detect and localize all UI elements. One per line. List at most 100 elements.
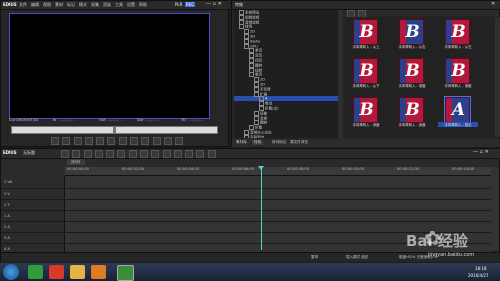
transition-tile[interactable]: B 手风琴转入 - 深度 xyxy=(440,58,474,93)
timeline-track[interactable]: 1 VA xyxy=(1,176,491,189)
menu-item[interactable]: 素材 xyxy=(55,1,63,8)
cut-icon[interactable] xyxy=(117,150,126,158)
ripple-icon[interactable] xyxy=(173,150,182,158)
next-frame-icon[interactable] xyxy=(129,137,138,145)
timeline-track[interactable]: 1 V xyxy=(1,189,491,200)
play-icon[interactable] xyxy=(107,137,116,145)
taskbar-app-ie[interactable] xyxy=(49,265,64,279)
timeline-ruler[interactable]: 00:00:00;00 00:00:02;00 00:00:04;00 00:00:0… xyxy=(65,167,491,176)
effects-tab[interactable]: 序列标记 xyxy=(270,140,288,145)
paste-icon[interactable] xyxy=(139,150,148,158)
track-header[interactable]: 1 A xyxy=(1,211,65,221)
transition-tile[interactable]: B 手风琴转入 - 深度 xyxy=(348,97,382,132)
timeline-track[interactable]: 1 T xyxy=(1,200,491,211)
new-sequence-icon[interactable] xyxy=(61,150,69,158)
scrubber-handle[interactable] xyxy=(113,126,116,134)
transition-thumbnail: B xyxy=(399,19,424,45)
split-icon[interactable] xyxy=(162,150,171,158)
taskbar-app-firefox[interactable] xyxy=(91,265,106,279)
menu-item[interactable]: 采集 xyxy=(91,1,99,8)
project-name: 无标题 xyxy=(23,150,35,155)
thumbnail-letter: B xyxy=(451,61,466,81)
taskbar-app-edius[interactable] xyxy=(117,265,134,281)
rec-mode-button[interactable]: REC xyxy=(185,2,196,7)
transition-tile[interactable]: B 手风琴转入 - 从左 xyxy=(440,19,474,54)
ruler-timecode: 00:00:00;00 xyxy=(67,167,89,171)
undo-icon[interactable] xyxy=(94,150,103,158)
menu-item[interactable]: 标记 xyxy=(67,1,75,8)
effects-tab[interactable]: 素材库 xyxy=(234,140,249,145)
track-header[interactable]: 1 T xyxy=(1,200,65,210)
track-header[interactable]: 1 V xyxy=(1,189,65,199)
tree-item-label: 字幕混合 xyxy=(250,135,265,138)
transition-tile[interactable]: B 手风琴转入 - 深度 xyxy=(394,97,428,132)
ruler-timecode: 00:00:08;00 xyxy=(287,167,309,171)
window-controls[interactable]: — ▫ ✕ xyxy=(473,149,489,155)
thumbnail-letter: B xyxy=(359,100,374,120)
open-icon[interactable] xyxy=(72,150,81,158)
save-icon[interactable] xyxy=(83,150,92,158)
transition-tile[interactable]: A 手风琴转入 - 扭出 xyxy=(438,96,478,132)
redo-icon[interactable] xyxy=(106,150,115,158)
transition-tile[interactable]: B 手风琴转入 - 从上 xyxy=(348,19,382,54)
transition-thumbnail: B xyxy=(445,58,470,84)
copy-icon[interactable] xyxy=(128,150,137,158)
tree-item-label: 3D xyxy=(250,34,256,39)
effects-tab[interactable]: 源文件浏览 xyxy=(288,140,310,145)
taskbar-app-explorer[interactable] xyxy=(70,265,85,279)
overwrite-icon[interactable] xyxy=(163,137,172,145)
plr-mode-button[interactable]: PLR xyxy=(175,2,182,7)
set-in-icon[interactable] xyxy=(51,137,59,145)
window-controls[interactable]: — ▫ ✕ xyxy=(206,1,222,7)
track-header[interactable]: 3 A xyxy=(1,233,65,243)
tile-caption: 手风琴转入 - 扭出 xyxy=(438,122,478,127)
set-out-icon[interactable] xyxy=(62,137,71,145)
tree-item-label: 视频滤镜 xyxy=(245,15,260,20)
ruler-timecode: 00:00:10;00 xyxy=(342,167,364,171)
effects-grid-scrollbar[interactable] xyxy=(495,17,500,137)
thumbnail-letter: B xyxy=(451,22,466,42)
player-scrubber[interactable] xyxy=(11,126,218,134)
loop-icon[interactable] xyxy=(141,137,150,145)
sequence-tab[interactable]: 序列1 xyxy=(67,159,85,165)
rewind-icon[interactable] xyxy=(84,137,93,145)
playhead-handle[interactable] xyxy=(258,166,264,170)
start-button[interactable] xyxy=(3,264,19,280)
fast-forward-icon[interactable] xyxy=(118,137,127,145)
render-icon[interactable] xyxy=(207,150,216,158)
menu-item[interactable]: 编辑 xyxy=(31,1,39,8)
transition-tile[interactable]: B 手风琴转入 - 深度 xyxy=(394,58,428,93)
track-header[interactable]: 2 A xyxy=(1,222,65,232)
settings-icon[interactable] xyxy=(175,137,184,145)
timeline-track[interactable]: 1 A xyxy=(1,211,491,222)
ruler-timecode: 00:00:06;00 xyxy=(232,167,254,171)
delete-icon[interactable] xyxy=(151,150,160,158)
playhead[interactable] xyxy=(261,167,262,250)
effects-title: 特效 xyxy=(235,2,243,7)
tile-caption: 手风琴转入 - 从下 xyxy=(352,84,380,88)
effects-tab[interactable]: 特效 xyxy=(252,140,264,145)
effects-titlebar: 特效 ✕ xyxy=(232,1,500,10)
menu-item[interactable]: 文件 xyxy=(19,1,27,8)
menu-item[interactable]: 渲染 xyxy=(103,1,111,8)
stop-icon[interactable] xyxy=(96,137,105,145)
menu-item[interactable]: 模式 xyxy=(79,1,87,8)
close-icon[interactable]: ✕ xyxy=(491,1,495,7)
effects-tree-scrollbar[interactable] xyxy=(338,10,343,138)
menu-item[interactable]: 工具 xyxy=(115,1,123,8)
in-timecode: --;--;--;-- xyxy=(59,118,74,122)
taskbar-app-green[interactable] xyxy=(28,265,43,279)
transition-tile[interactable]: B 手风琴转入 - 从下 xyxy=(348,58,382,93)
insert-icon[interactable] xyxy=(152,137,161,145)
menu-item[interactable]: 视图 xyxy=(43,1,51,8)
sync-icon[interactable] xyxy=(185,150,194,158)
effects-tile-grid: B 手风琴转入 - 从上 B 手风琴转入 - 从右 B 手风琴转入 - 从左 B 手风琴转入 … xyxy=(345,17,495,137)
marker-icon[interactable] xyxy=(196,150,205,158)
prev-frame-icon[interactable] xyxy=(73,137,82,145)
menu-item[interactable]: 设置 xyxy=(127,1,135,8)
menu-item[interactable]: 帮助 xyxy=(139,1,147,8)
transition-tile[interactable]: B 手风琴转入 - 从右 xyxy=(394,19,428,54)
player-menubar: EDIUS 文件 编辑 视图 素材 标记 模式 采集 渲染 工具 设置 帮助 PLR REC — ▫… xyxy=(1,1,230,10)
track-header[interactable]: 1 VA xyxy=(1,176,65,188)
tree-item[interactable]: 字幕混合 xyxy=(234,134,338,138)
